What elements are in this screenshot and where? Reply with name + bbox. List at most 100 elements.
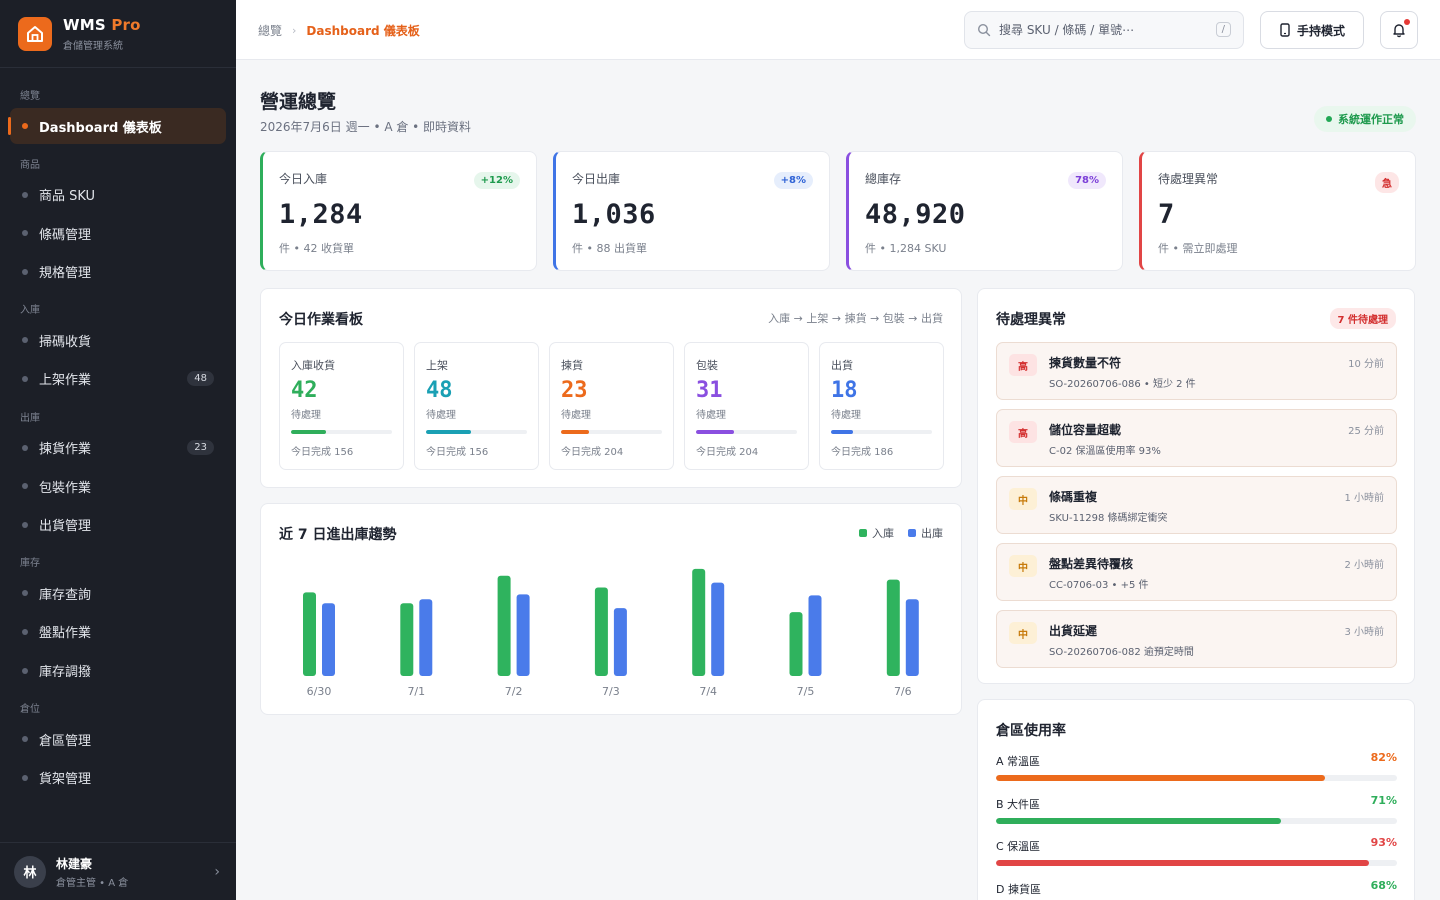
sidebar-item-label: 庫存調撥: [39, 665, 92, 681]
legend-inbound: 入庫: [859, 525, 894, 541]
sidebar-item[interactable]: 揀貨作業 23: [10, 430, 226, 466]
search-box[interactable]: /: [964, 11, 1244, 49]
nav-group-label: 總覽: [20, 91, 40, 102]
bar-outbound: [808, 595, 822, 676]
nav-dot-icon: [22, 123, 28, 129]
bar-inbound: [303, 592, 316, 676]
severity-badge: 中: [1009, 622, 1037, 644]
stage-card[interactable]: 出貨 18 待處理 今日完成 186: [819, 342, 944, 470]
x-tick-label: 6/30: [307, 685, 332, 698]
severity-badge: 中: [1009, 555, 1037, 577]
stage-card[interactable]: 入庫收貨 42 待處理 今日完成 156: [279, 342, 404, 470]
stage-name: 入庫收貨: [291, 359, 335, 372]
phone-icon: [1280, 23, 1290, 37]
sidebar-item[interactable]: 掃碼收貨: [10, 322, 226, 358]
zone-usage-row: D 揀貨區 68%: [996, 878, 1397, 900]
kpi-card: 今日出庫 +8% 1,036 件 • 88 出貨單: [553, 151, 830, 271]
user-profile[interactable]: 林 林建豪 倉管主管 • A 倉 ›: [0, 842, 236, 900]
sidebar-item[interactable]: 商品 SKU: [10, 177, 226, 213]
sidebar-item[interactable]: 庫存調撥: [10, 653, 226, 689]
sidebar-item-label: 盤點作業: [39, 626, 92, 642]
stage-card[interactable]: 包裝 31 待處理 今日完成 204: [684, 342, 809, 470]
chevron-right-icon: ›: [292, 24, 297, 37]
stage-done-label: 今日完成 156: [291, 447, 354, 458]
kpi-value: 1,284: [279, 199, 363, 230]
sidebar-item-label: 條碼管理: [39, 227, 92, 243]
sidebar-item[interactable]: Dashboard 儀表板: [8, 108, 226, 144]
stage-done-label: 今日完成 204: [561, 447, 624, 458]
stage-pending-label: 待處理: [561, 410, 591, 421]
zone-usage-fill: [996, 860, 1369, 866]
exception-time: 2 小時前: [1344, 560, 1384, 571]
stage-count: 48: [426, 378, 453, 403]
sidebar-item[interactable]: 出貨管理: [10, 507, 226, 543]
exception-item[interactable]: 高儲位容量超載 C-02 保溫區使用率 93% 25 分前: [996, 409, 1397, 467]
stage-progress-fill: [696, 430, 735, 434]
sidebar-item[interactable]: 包裝作業: [10, 468, 226, 504]
search-shortcut-hint: /: [1215, 22, 1231, 37]
exception-title: 出貨延遲: [1049, 624, 1098, 638]
bar-inbound: [594, 587, 608, 676]
kpi-label: 待處理異常: [1158, 172, 1219, 186]
stage-pending-label: 待處理: [696, 410, 726, 421]
severity-badge: 高: [1009, 421, 1037, 443]
exception-item[interactable]: 高揀貨數量不符 SO-20260706-086 • 短少 2 件 10 分前: [996, 342, 1397, 400]
sidebar-item[interactable]: 倉區管理: [10, 721, 226, 757]
kpi-card: 總庫存 78% 48,920 件 • 1,284 SKU: [846, 151, 1123, 271]
sidebar-item[interactable]: 規格管理: [10, 254, 226, 290]
bar-inbound: [497, 575, 511, 676]
stage-card[interactable]: 揀貨 23 待處理 今日完成 204: [549, 342, 674, 470]
bar-outbound: [419, 599, 433, 676]
zone-percent: 68%: [1370, 878, 1397, 892]
zone-usage-row: B 大件區 71%: [996, 794, 1397, 824]
nav-dot-icon: [22, 191, 28, 198]
search-icon: [977, 23, 991, 37]
stage-name: 包裝: [696, 359, 718, 372]
sidebar-item-label: 倉區管理: [39, 733, 92, 749]
notifications-button[interactable]: [1380, 11, 1418, 49]
sidebar-item[interactable]: 盤點作業: [10, 614, 226, 650]
stage-progress-fill: [291, 430, 327, 434]
exception-desc: C-02 保溫區使用率 93%: [1049, 446, 1161, 457]
handheld-mode-button[interactable]: 手持模式: [1260, 11, 1364, 49]
x-tick-label: 7/4: [699, 685, 717, 698]
zone-usage-bar: [996, 817, 1397, 824]
brand-name: WMS Pro: [63, 15, 141, 34]
exception-item[interactable]: 中條碼重複 SKU-11298 條碼綁定衝突 1 小時前: [996, 476, 1397, 534]
stage-count: 18: [831, 378, 858, 403]
sidebar-item[interactable]: 貨架管理: [10, 760, 226, 796]
search-input[interactable]: [999, 23, 1199, 37]
brand-name-suffix: Pro: [111, 15, 141, 34]
x-tick-label: 7/3: [602, 685, 620, 698]
stage-done-label: 今日完成 204: [696, 447, 759, 458]
exception-item[interactable]: 中出貨延遲 SO-20260706-082 逾預定時間 3 小時前: [996, 610, 1397, 668]
stage-progress-fill: [561, 430, 590, 434]
stage-card[interactable]: 上架 48 待處理 今日完成 156: [414, 342, 539, 470]
kpi-footnote: 件 • 88 出貨單: [572, 242, 647, 255]
nav-dot-icon: [22, 444, 28, 451]
x-tick-label: 7/5: [797, 685, 815, 698]
exception-item[interactable]: 中盤點差異待覆核 CC-0706-03 • +5 件 2 小時前: [996, 543, 1397, 601]
brand-subtitle: 倉儲管理系統: [63, 40, 123, 52]
breadcrumb-root[interactable]: 總覽: [258, 22, 282, 39]
kpi-footnote: 件 • 1,284 SKU: [865, 242, 947, 255]
nav-dot-icon: [22, 667, 28, 674]
exceptions-card: 待處理異常 7 件待處理 高揀貨數量不符 SO-20260706-086 • 短少…: [977, 288, 1415, 684]
trend-chart-title: 近 7 日進出庫趨勢: [279, 527, 397, 543]
stage-pending-label: 待處理: [831, 410, 861, 421]
exception-title: 儲位容量超載: [1049, 423, 1122, 437]
sidebar-item[interactable]: 上架作業 48: [10, 361, 226, 397]
stage-name: 揀貨: [561, 359, 583, 372]
bar-inbound: [400, 603, 414, 676]
sidebar-item-label: 上架作業: [39, 373, 92, 389]
warehouse-logo-icon: [18, 16, 52, 51]
sidebar-item[interactable]: 庫存查詢: [10, 575, 226, 611]
sidebar-item[interactable]: 條碼管理: [10, 215, 226, 251]
zone-usage-card: 倉區使用率 A 常溫區 82% B 大件區 71% C 保溫區 93% D 揀貨區 68%: [977, 699, 1415, 900]
bar-inbound: [789, 612, 803, 676]
trend-chart-card: 近 7 日進出庫趨勢 入庫 出庫 6/30 7/1 7/2 7/3 7/4 7/5 7/6: [260, 503, 962, 715]
